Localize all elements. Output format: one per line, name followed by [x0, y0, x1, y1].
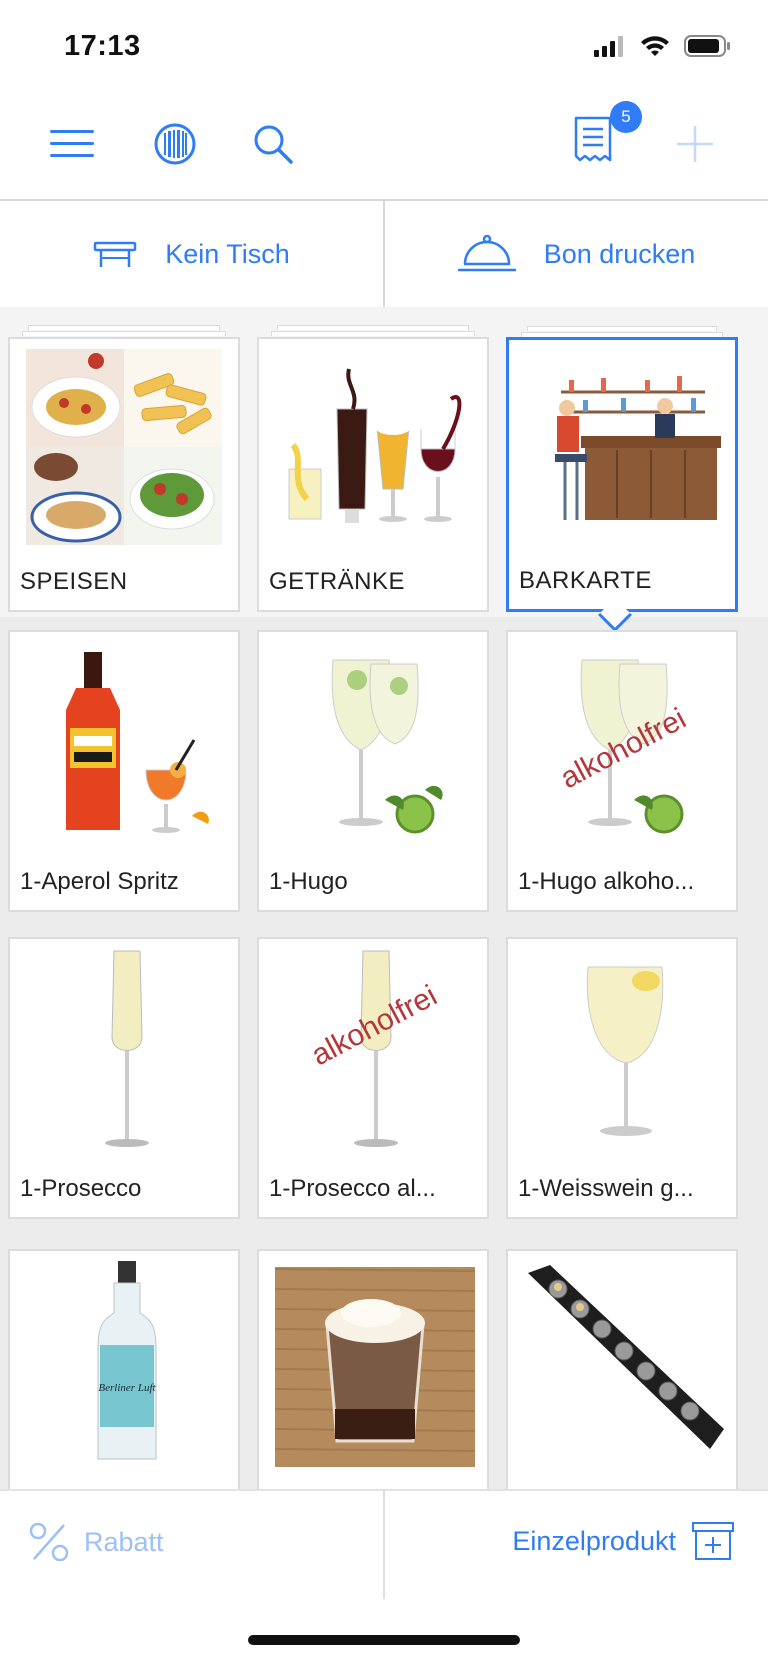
category-speisen[interactable]: SPEISEN	[8, 325, 240, 612]
prosecco-flute-image	[105, 950, 149, 1147]
product-item[interactable]	[257, 1249, 489, 1489]
cellular-signal-icon	[594, 36, 623, 57]
bottom-divider	[383, 1491, 385, 1599]
product-label: 1-Aperol Spritz	[20, 868, 179, 895]
battery-icon	[684, 35, 730, 57]
shot-glass-image	[275, 1267, 475, 1467]
hugo-alcohol-free-image: alkoholfrei	[555, 659, 691, 834]
content-area: SPEISEN GETRÄNKE BARKARTE 1-Aperol Sprit…	[0, 307, 768, 1489]
bottom-bar: Rabatt Einzelprodukt	[0, 1489, 768, 1663]
search-icon[interactable]	[246, 117, 300, 171]
category-label: GETRÄNKE	[269, 568, 406, 595]
prosecco-alcohol-free-image: alkoholfrei	[306, 950, 442, 1147]
product-item[interactable]: Berliner Luft	[8, 1249, 240, 1489]
toolbar	[0, 95, 768, 198]
category-label: SPEISEN	[20, 568, 128, 595]
product-item[interactable]: alkoholfrei 1-Hugo alkoho...	[506, 630, 738, 912]
table-icon	[93, 241, 137, 267]
wifi-icon	[641, 36, 669, 56]
discount-button[interactable]: Rabatt	[28, 1521, 164, 1563]
product-label: 1-Hugo alkoho...	[518, 868, 695, 895]
barcode-scan-icon[interactable]	[148, 117, 202, 171]
product-label: 1-Prosecco al...	[269, 1175, 436, 1202]
percent-icon	[29, 1522, 69, 1562]
single-product-label: Einzelprodukt	[512, 1525, 676, 1556]
cloche-icon	[457, 234, 516, 272]
product-label: 1-Prosecco	[20, 1175, 142, 1202]
category-strip: SPEISEN GETRÄNKE BARKARTE	[0, 307, 768, 632]
white-wine-glass-image	[586, 966, 664, 1136]
discount-label: Rabatt	[84, 1526, 164, 1557]
bar-counter-image	[555, 376, 721, 520]
print-receipt-label: Bon drucken	[543, 238, 696, 269]
receipt-count-badge: 5	[610, 101, 642, 133]
product-item[interactable]: 1-Aperol Spritz	[8, 630, 240, 912]
add-icon[interactable]	[668, 117, 722, 171]
add-box-icon	[692, 1522, 734, 1560]
product-label: 1-Weisswein g...	[518, 1175, 694, 1202]
product-label: 1-Hugo	[269, 868, 348, 895]
status-bar: 17:13	[0, 0, 768, 95]
product-item[interactable]: alkoholfrei 1-Prosecco al...	[257, 937, 489, 1219]
drinks-image	[288, 368, 462, 523]
table-select-button[interactable]: Kein Tisch	[0, 201, 383, 307]
single-product-button[interactable]: Einzelprodukt	[512, 1521, 734, 1561]
berliner-luft-bottle-image: Berliner Luft	[97, 1261, 157, 1460]
action-row: Kein Tisch Bon drucken	[0, 199, 768, 307]
status-time: 17:13	[64, 30, 141, 62]
product-item[interactable]: 1-Hugo	[257, 630, 489, 912]
home-indicator	[248, 1635, 520, 1645]
print-receipt-button[interactable]: Bon drucken	[383, 201, 768, 307]
menu-icon[interactable]	[46, 117, 100, 171]
product-item[interactable]	[506, 1249, 738, 1489]
shot-board-image	[528, 1265, 724, 1449]
bottle-label-text: Berliner Luft	[98, 1382, 156, 1394]
product-item[interactable]: 1-Weisswein g...	[506, 937, 738, 1219]
table-select-label: Kein Tisch	[165, 238, 290, 269]
aperol-bottle-image	[66, 652, 209, 833]
hugo-glass-image	[331, 659, 443, 834]
product-item[interactable]: 1-Prosecco	[8, 937, 240, 1219]
category-barkarte[interactable]: BARKARTE	[506, 326, 738, 612]
category-label: BARKARTE	[519, 567, 652, 594]
category-getraenke[interactable]: GETRÄNKE	[257, 325, 489, 612]
food-collage-image	[26, 349, 222, 545]
status-icons	[594, 34, 732, 58]
